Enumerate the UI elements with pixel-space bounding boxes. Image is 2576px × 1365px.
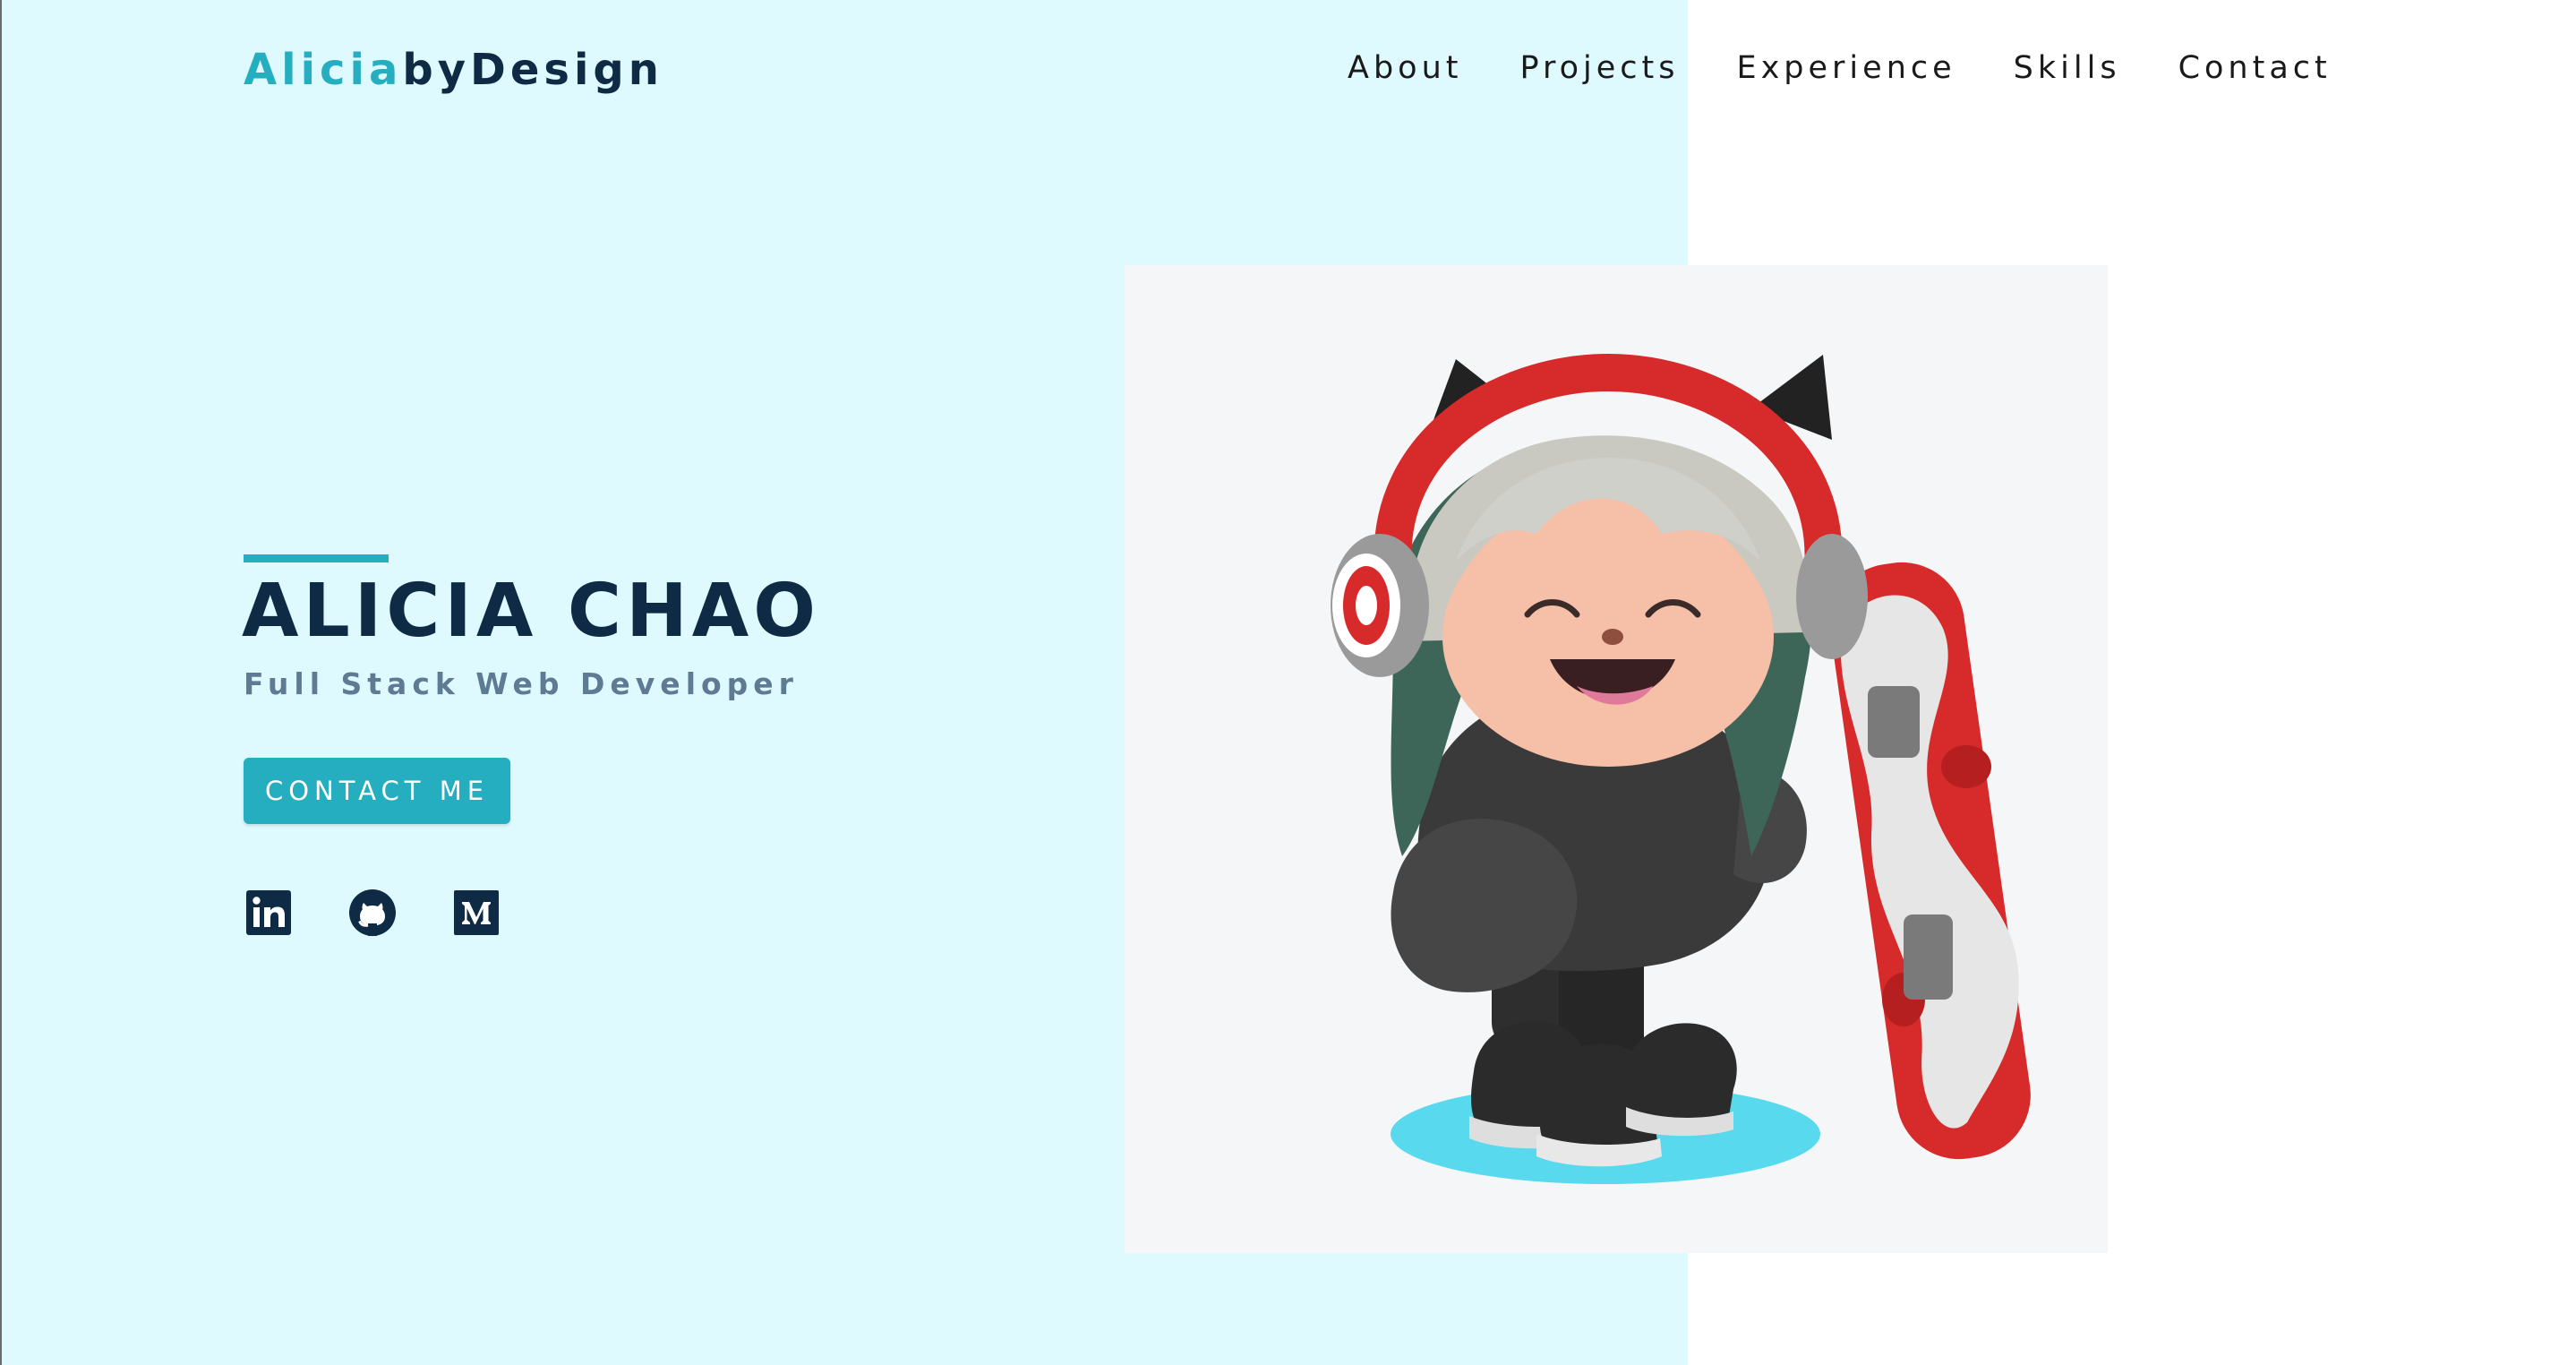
contact-me-button[interactable]: CONTACT ME [244, 758, 510, 824]
nav-skills[interactable]: Skills [2014, 45, 2121, 91]
hero-subtitle: Full Stack Web Developer [244, 666, 799, 701]
nav-experience[interactable]: Experience [1736, 45, 1956, 91]
octocat-illustration-svg [1331, 353, 2031, 1184]
snowboard-graphic [1830, 562, 2031, 1160]
github-icon[interactable] [347, 888, 398, 938]
octocat-snowboarder-illustration [1125, 265, 2108, 1253]
hero-name: ALICIA CHAO [242, 569, 820, 654]
main-nav: About Projects Experience Skills Contact [1348, 45, 2332, 91]
linkedin-icon[interactable] [244, 888, 294, 938]
logo-part-alicia: Alicia [244, 45, 403, 95]
nav-projects[interactable]: Projects [1519, 45, 1679, 91]
nav-about[interactable]: About [1348, 45, 1462, 91]
nav-contact[interactable]: Contact [2178, 45, 2332, 91]
medium-icon[interactable] [451, 888, 501, 938]
title-accent-bar [244, 554, 389, 562]
site-logo[interactable]: AliciabyDesign [244, 41, 663, 99]
logo-part-bydesign: byDesign [402, 45, 663, 95]
